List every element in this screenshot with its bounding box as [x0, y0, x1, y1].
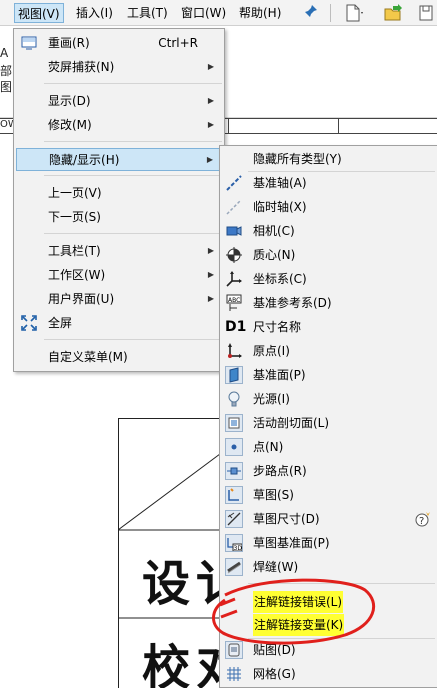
weld-icon [225, 558, 243, 576]
submenu-item-origin[interactable]: 原点(I) [220, 340, 437, 362]
fullscreen-icon [20, 314, 38, 332]
coordinate-system-icon [225, 270, 243, 288]
submenu-item-datum-reference[interactable]: ABC 基准参考系(D) [220, 292, 437, 314]
svg-text:3D: 3D [234, 545, 243, 551]
submenu-item-hide-all-types[interactable]: 隐藏所有类型(Y) [220, 148, 437, 170]
submenu-arrow-icon: ▶ [207, 120, 214, 129]
submenu-item-live-section-planes[interactable]: 活动剖切面(L) [220, 412, 437, 434]
menu-tools[interactable]: 工具(T) [124, 3, 171, 23]
open-folder-icon[interactable] [383, 3, 405, 23]
axis-icon [225, 174, 243, 192]
camera-icon [225, 222, 243, 240]
menu-insert[interactable]: 插入(I) [73, 3, 116, 23]
bg-label: 图 [0, 80, 13, 94]
menu-view[interactable]: 视图(V) [14, 3, 64, 23]
menu-item-next-page[interactable]: 下一页(S) [14, 206, 224, 228]
submenu-arrow-icon: ▶ [206, 155, 213, 164]
menu-help[interactable]: 帮助(H) [236, 3, 284, 23]
submenu-arrow-icon: ▶ [207, 294, 214, 303]
sketch-icon [225, 486, 243, 504]
light-bulb-icon [225, 390, 243, 408]
toolbar-separator [330, 4, 331, 22]
grid-icon [225, 665, 243, 683]
menu-item-hide-show[interactable]: 隐藏/显示(H) ▶ [16, 148, 222, 171]
plane-icon [225, 366, 243, 384]
route-point-icon [225, 462, 243, 480]
red-annotation-circle [212, 578, 376, 645]
submenu-arrow-icon: ▶ [207, 246, 214, 255]
sketch-plane-icon: 3D [225, 534, 243, 552]
section-plane-icon [225, 414, 243, 432]
submenu-item-camera[interactable]: 相机(C) [220, 220, 437, 242]
submenu-item-sketches[interactable]: 草图(S) [220, 484, 437, 506]
menubar: 视图(V) 插入(I) 工具(T) 窗口(W) 帮助(H) [0, 0, 437, 26]
submenu-item-dimension-names[interactable]: D1 尺寸名称 [220, 316, 437, 338]
submenu-arrow-icon: ▶ [207, 270, 214, 279]
drawing-char: 校 [142, 640, 191, 688]
submenu-item-sketch-planes[interactable]: 3D 草图基准面(P) [220, 532, 437, 554]
menu-item-user-interface[interactable]: 用户界面(U) ▶ [14, 288, 224, 310]
redraw-icon [20, 34, 38, 52]
menu-item-redraw[interactable]: 重画(R) Ctrl+R [14, 32, 224, 54]
submenu-item-sketch-dimensions[interactable]: 草图尺寸(D) ? [220, 508, 437, 530]
point-icon [225, 438, 243, 456]
view-menu: 重画(R) Ctrl+R 荧屏捕获(N) ▶ 显示(D) ▶ 修改(M) ▶ 隐… [13, 28, 225, 372]
bg-label: A [0, 46, 9, 60]
dimension-name-icon: D1 [225, 319, 247, 335]
submenu-arrow-icon: ▶ [207, 96, 214, 105]
menu-item-workspace[interactable]: 工作区(W) ▶ [14, 264, 224, 286]
drawing-char: 设 [142, 556, 191, 612]
center-of-mass-icon [225, 246, 243, 264]
submenu-item-temp-axis[interactable]: 临时轴(X) [220, 196, 437, 218]
submenu-item-lights[interactable]: 光源(I) [220, 388, 437, 410]
datum-reference-icon: ABC [225, 294, 243, 312]
sketch-dimension-icon [225, 510, 243, 528]
menu-item-previous-page[interactable]: 上一页(V) [14, 182, 224, 204]
submenu-item-coordinate-system[interactable]: 坐标系(C) [220, 268, 437, 290]
submenu-item-datum-axis[interactable]: 基准轴(A) [220, 172, 437, 194]
save-icon[interactable] [417, 3, 437, 23]
submenu-item-points[interactable]: 点(N) [220, 436, 437, 458]
menu-window[interactable]: 窗口(W) [178, 3, 229, 23]
submenu-item-plane[interactable]: 基准面(P) [220, 364, 437, 386]
pin-icon[interactable] [304, 4, 318, 21]
temp-axis-icon [225, 198, 243, 216]
svg-text:ABC: ABC [228, 297, 240, 304]
submenu-item-grid[interactable]: 网格(G) [220, 663, 437, 685]
menu-item-customize-menu[interactable]: 自定义菜单(M) [14, 346, 224, 368]
bg-label: 部 [0, 64, 13, 78]
menu-item-screen-capture[interactable]: 荧屏捕获(N) ▶ [14, 56, 224, 78]
origin-icon [225, 342, 243, 360]
screen: 视图(V) 插入(I) 工具(T) 窗口(W) 帮助(H) A 部 图 OW 设… [0, 0, 437, 688]
new-document-icon[interactable] [343, 3, 365, 23]
submenu-item-route-points[interactable]: 步路点(R) [220, 460, 437, 482]
help-icon[interactable]: ? [415, 511, 431, 527]
submenu-item-center-of-mass[interactable]: 质心(N) [220, 244, 437, 266]
menu-item-display[interactable]: 显示(D) ▶ [14, 90, 224, 112]
menu-item-modify[interactable]: 修改(M) ▶ [14, 114, 224, 136]
menu-item-fullscreen[interactable]: 全屏 [14, 312, 224, 334]
submenu-arrow-icon: ▶ [207, 62, 214, 71]
svg-text:?: ? [419, 516, 424, 527]
menu-item-toolbars[interactable]: 工具栏(T) ▶ [14, 240, 224, 262]
